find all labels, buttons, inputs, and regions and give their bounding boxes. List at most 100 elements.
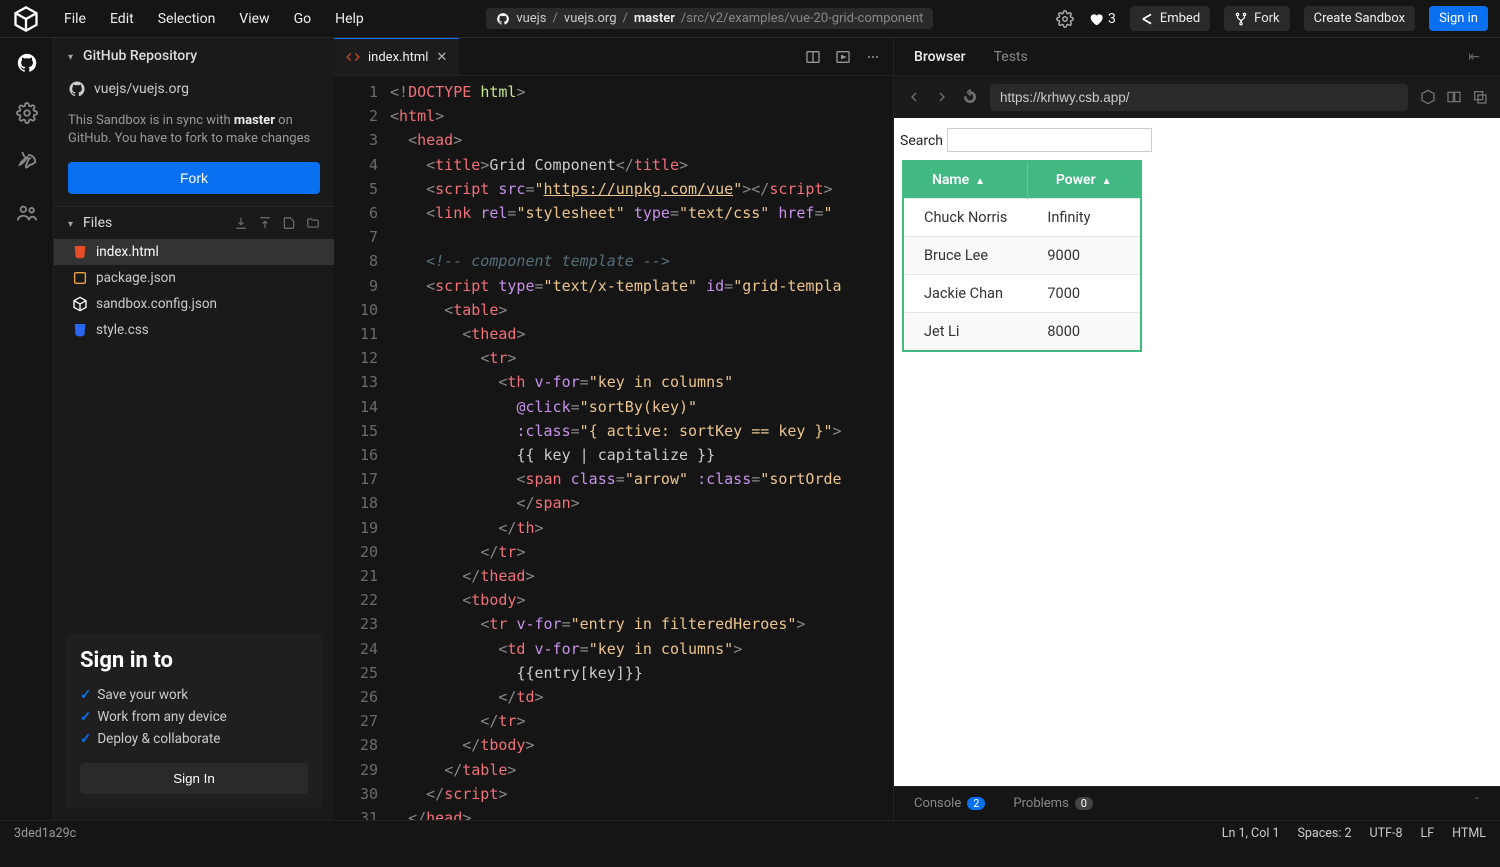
reload-icon[interactable] — [962, 89, 978, 105]
likes-count[interactable]: 3 — [1088, 11, 1116, 27]
preview-tab-browser[interactable]: Browser — [914, 49, 966, 65]
file-sandbox-config[interactable]: sandbox.config.json — [54, 291, 334, 317]
sidebar: GitHub Repository vuejs/vuejs.org This S… — [54, 38, 334, 820]
file-package-json[interactable]: package.json — [54, 265, 334, 291]
console-badge: 2 — [967, 797, 985, 810]
benefit-deploy: Deploy & collaborate — [80, 731, 308, 747]
eol[interactable]: LF — [1420, 826, 1434, 841]
th-power[interactable]: Power▲ — [1027, 161, 1140, 199]
share-icon — [1140, 12, 1154, 26]
breadcrumb-repo: vuejs.org — [564, 11, 617, 26]
fork-button-sidebar[interactable]: Fork — [68, 162, 320, 194]
collapse-icon[interactable]: ⇤ — [1468, 49, 1480, 65]
app-menus: File Edit Selection View Go Help — [64, 11, 364, 27]
create-sandbox-button[interactable]: Create Sandbox — [1304, 6, 1415, 31]
search-input[interactable] — [947, 128, 1152, 152]
chevron-up-icon[interactable]: ˆ — [1474, 796, 1480, 811]
sidebyside-icon[interactable] — [1446, 89, 1462, 105]
editor-tab-index-html[interactable]: index.html ✕ — [334, 38, 459, 75]
problems-badge: 0 — [1075, 797, 1093, 810]
github-icon — [496, 12, 510, 26]
menu-file[interactable]: File — [64, 11, 86, 27]
preview-tab-tests[interactable]: Tests — [994, 49, 1028, 65]
cursor-position[interactable]: Ln 1, Col 1 — [1222, 826, 1280, 841]
menu-selection[interactable]: Selection — [158, 11, 216, 27]
app-logo[interactable] — [12, 5, 40, 33]
signin-prompt: Sign in to Save your work Work from any … — [66, 634, 322, 808]
breadcrumb-branch: master — [634, 11, 675, 26]
people-nav-icon[interactable] — [16, 202, 38, 224]
fork-button-top[interactable]: Fork — [1224, 6, 1289, 31]
files-section-header[interactable]: Files — [54, 206, 334, 239]
sync-message: This Sandbox is in sync with master on G… — [54, 104, 334, 162]
github-icon — [68, 80, 86, 98]
json-file-icon — [72, 270, 88, 286]
gear-nav-icon[interactable] — [16, 102, 38, 124]
preview-body: Search Name▲ Power▲ Chuck NorrisInfinity… — [894, 118, 1500, 786]
gear-icon[interactable] — [1056, 10, 1074, 28]
cube-file-icon — [72, 296, 88, 312]
forward-icon[interactable] — [934, 89, 950, 105]
th-name[interactable]: Name▲ — [903, 161, 1027, 199]
sidebar-section-github[interactable]: GitHub Repository — [54, 38, 334, 74]
activity-bar — [0, 38, 54, 820]
table-row: Bruce Lee9000 — [903, 237, 1141, 275]
sort-asc-icon: ▲ — [975, 176, 985, 187]
preview-icon[interactable] — [835, 49, 851, 65]
breadcrumb[interactable]: vuejs / vuejs.org / master /src/v2/examp… — [364, 8, 1056, 29]
repo-link[interactable]: vuejs/vuejs.org — [54, 74, 334, 104]
menu-edit[interactable]: Edit — [110, 11, 134, 27]
html-file-icon — [72, 244, 88, 260]
language-mode[interactable]: HTML — [1452, 826, 1486, 841]
preview-pane: Browser Tests ⇤ Search — [894, 38, 1500, 820]
new-folder-icon[interactable] — [306, 216, 320, 230]
benefit-save: Save your work — [80, 687, 308, 703]
upload-icon[interactable] — [258, 216, 272, 230]
new-file-icon[interactable] — [282, 216, 296, 230]
search-label: Search — [900, 133, 943, 149]
url-input[interactable] — [990, 84, 1408, 111]
signin-button-sidebar[interactable]: Sign In — [80, 763, 308, 794]
close-icon[interactable]: ✕ — [436, 50, 447, 65]
console-bar: Console2 Problems0 ˆ — [894, 786, 1500, 820]
chevron-down-icon — [68, 215, 77, 231]
chevron-down-icon — [68, 48, 77, 64]
rocket-nav-icon[interactable] — [16, 152, 38, 174]
more-icon[interactable] — [865, 49, 881, 65]
breadcrumb-owner: vuejs — [516, 11, 546, 26]
menu-view[interactable]: View — [239, 11, 269, 27]
grid-table: Name▲ Power▲ Chuck NorrisInfinity Bruce … — [902, 160, 1142, 352]
github-nav-icon[interactable] — [16, 52, 38, 74]
signin-button-top[interactable]: Sign in — [1429, 6, 1488, 31]
table-row: Jet Li8000 — [903, 313, 1141, 352]
indent-spaces[interactable]: Spaces: 2 — [1298, 826, 1352, 841]
code-content: <!DOCTYPE html> <html> <head> <title>Gri… — [390, 76, 842, 820]
editor-tabbar: index.html ✕ — [334, 38, 893, 76]
file-style-css[interactable]: style.css — [54, 317, 334, 343]
console-tab[interactable]: Console2 — [914, 796, 985, 811]
signin-title: Sign in to — [80, 648, 308, 673]
code-editor[interactable]: 1234567891011121314151617181920212223242… — [334, 76, 893, 820]
menu-go[interactable]: Go — [294, 11, 312, 27]
encoding[interactable]: UTF-8 — [1370, 826, 1403, 841]
code-icon — [346, 50, 360, 64]
fork-icon — [1234, 12, 1248, 26]
menu-help[interactable]: Help — [335, 11, 364, 27]
sort-asc-icon: ▲ — [1102, 176, 1112, 187]
embed-button[interactable]: Embed — [1130, 6, 1210, 31]
table-row: Jackie Chan7000 — [903, 275, 1141, 313]
sandbox-icon[interactable] — [1420, 89, 1436, 105]
problems-tab[interactable]: Problems0 — [1013, 796, 1093, 811]
commit-hash[interactable]: 3ded1a29c — [14, 826, 76, 841]
preview-toolbar — [894, 76, 1500, 118]
status-bar: 3ded1a29c Ln 1, Col 1 Spaces: 2 UTF-8 LF… — [0, 820, 1500, 846]
back-icon[interactable] — [906, 89, 922, 105]
file-index-html[interactable]: index.html — [54, 239, 334, 265]
download-icon[interactable] — [234, 216, 248, 230]
heart-icon — [1088, 11, 1104, 27]
popout-icon[interactable] — [1472, 89, 1488, 105]
editor-gutter: 1234567891011121314151617181920212223242… — [334, 76, 390, 820]
css-file-icon — [72, 322, 88, 338]
split-vertical-icon[interactable] — [805, 49, 821, 65]
benefit-device: Work from any device — [80, 709, 308, 725]
